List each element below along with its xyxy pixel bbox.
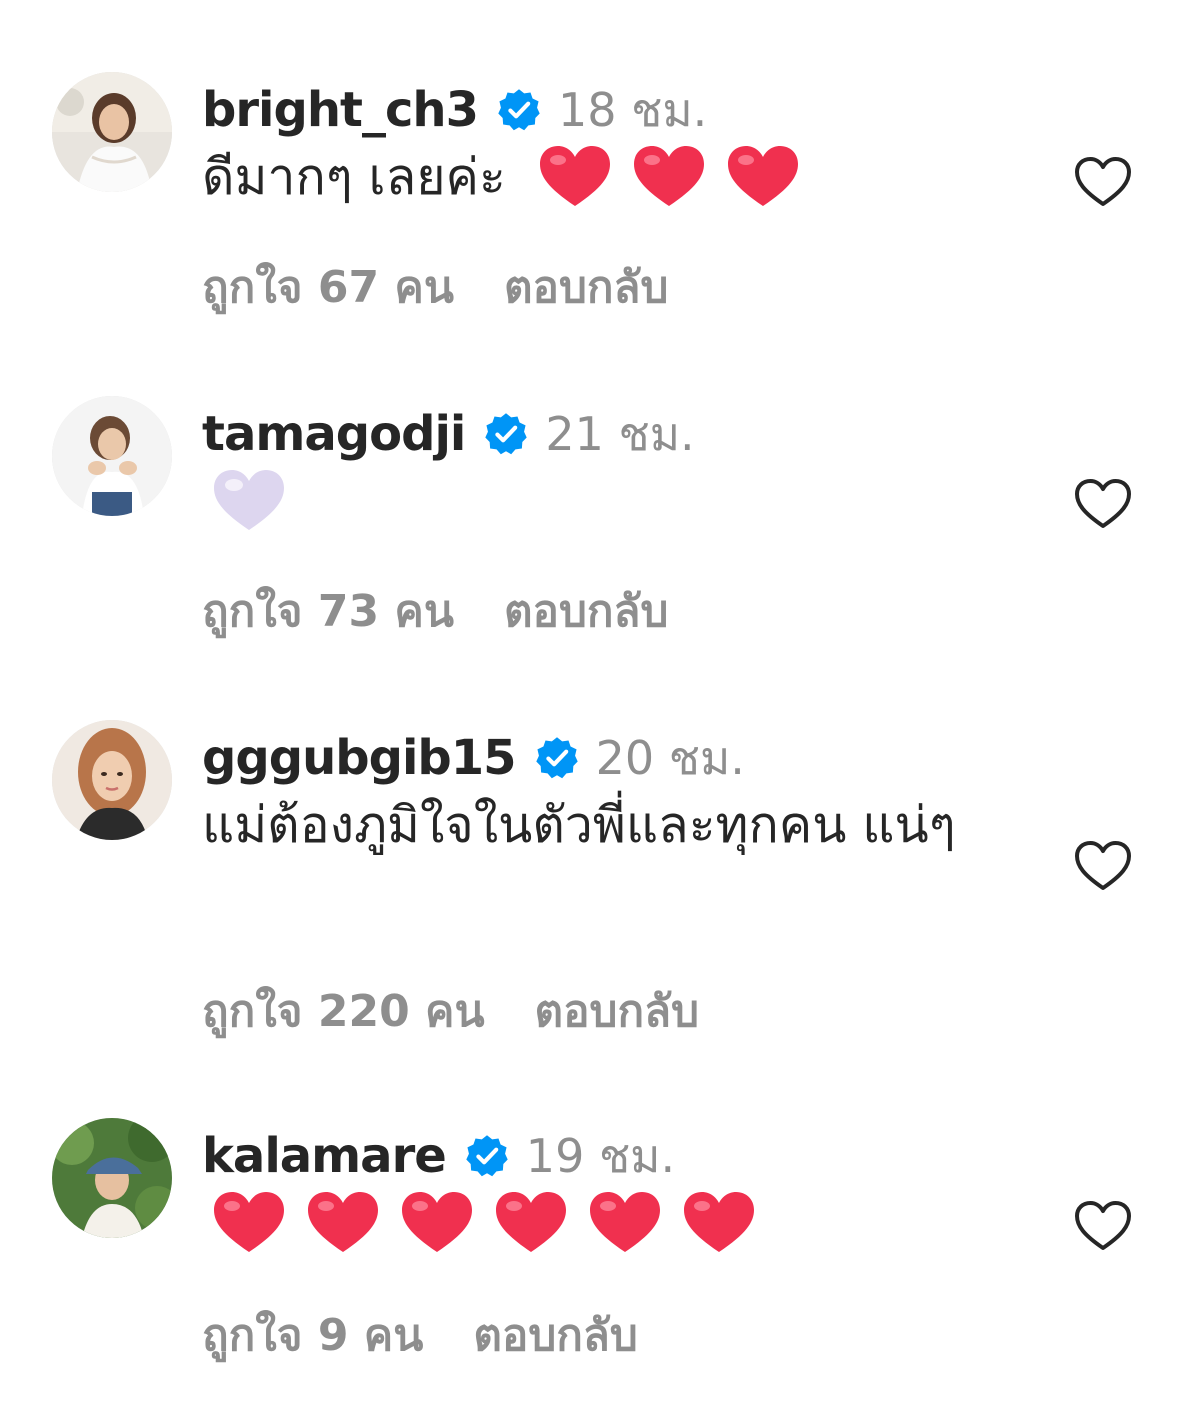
heart-emoji-icon: [400, 1190, 474, 1256]
comment-actions: ถูกใจ 67 คน ตอบกลับ: [202, 252, 668, 322]
heart-emoji-icon: [538, 144, 612, 210]
comment-text-content: แม่ต้องภูมิใจในตัวพี่และทุกคน แน่ๆ: [202, 796, 956, 854]
like-comment-button[interactable]: [1074, 840, 1132, 892]
heart-emoji-icon: [588, 1190, 662, 1256]
heart-emoji-icon: [494, 1190, 568, 1256]
heart-emoji-icon: [212, 1190, 286, 1256]
verified-badge-icon: [496, 87, 542, 133]
comment-header: gggubgib15 20 ชม.: [202, 724, 1040, 792]
avatar[interactable]: [52, 72, 172, 192]
like-comment-button[interactable]: [1074, 1200, 1132, 1252]
comment-text: แม่ต้องภูมิใจในตัวพี่และทุกคน แน่ๆ: [202, 792, 1032, 858]
reply-button[interactable]: ตอบกลับ: [504, 576, 668, 646]
like-count[interactable]: ถูกใจ 9 คน: [202, 1300, 423, 1370]
like-comment-button[interactable]: [1074, 156, 1132, 208]
comment-header: kalamare 19 ชม.: [202, 1122, 1040, 1190]
username[interactable]: tamagodji: [202, 406, 466, 462]
heart-emoji-icon: [726, 144, 800, 210]
timestamp: 18 ชม.: [557, 82, 708, 137]
avatar[interactable]: [52, 720, 172, 840]
comment-header: tamagodji 21 ชม.: [202, 400, 1040, 468]
timestamp: 21 ชม.: [545, 406, 695, 461]
username[interactable]: gggubgib15: [202, 730, 517, 786]
comment-header: bright_ch3 18 ชม.: [202, 76, 1040, 144]
like-count[interactable]: ถูกใจ 67 คน: [202, 252, 454, 322]
verified-badge-icon: [464, 1133, 510, 1179]
username[interactable]: bright_ch3: [202, 82, 479, 138]
comment-actions: ถูกใจ 9 คน ตอบกลับ: [202, 1300, 638, 1370]
comment-text: [202, 468, 1040, 534]
verified-badge-icon: [483, 411, 529, 457]
comment-text: ดีมากๆ เลยค่ะ: [202, 144, 1040, 210]
white-heart-emoji-icon: [212, 468, 286, 534]
timestamp: 20 ชม.: [595, 730, 745, 785]
heart-emoji-icon: [632, 144, 706, 210]
avatar[interactable]: [52, 396, 172, 516]
heart-emoji-icon: [306, 1190, 380, 1256]
reply-button[interactable]: ตอบกลับ: [535, 976, 699, 1046]
timestamp: 19 ชม.: [525, 1128, 676, 1183]
comment-actions: ถูกใจ 73 คน ตอบกลับ: [202, 576, 668, 646]
username[interactable]: kalamare: [202, 1128, 447, 1184]
comment-text: [202, 1190, 1040, 1256]
like-count[interactable]: ถูกใจ 73 คน: [202, 576, 454, 646]
reply-button[interactable]: ตอบกลับ: [473, 1300, 637, 1370]
verified-badge-icon: [534, 735, 580, 781]
reply-button[interactable]: ตอบกลับ: [504, 252, 668, 322]
like-count[interactable]: ถูกใจ 220 คน: [202, 976, 485, 1046]
comment-actions: ถูกใจ 220 คน ตอบกลับ: [202, 976, 699, 1046]
heart-emoji-icon: [682, 1190, 756, 1256]
like-comment-button[interactable]: [1074, 478, 1132, 530]
comment-text-content: ดีมากๆ เลยค่ะ: [202, 148, 506, 206]
avatar[interactable]: [52, 1118, 172, 1238]
